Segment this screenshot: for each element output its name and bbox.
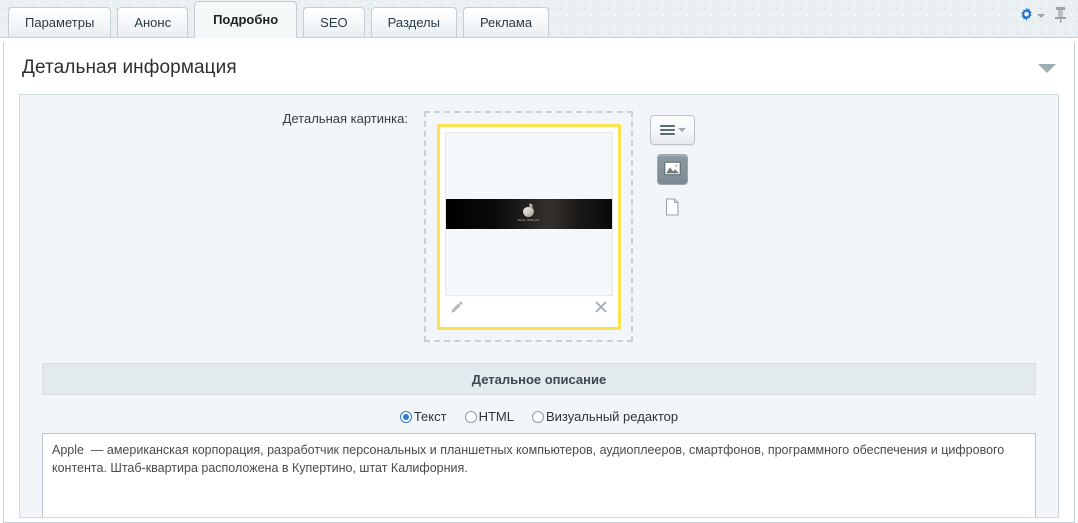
pin-icon (1053, 6, 1068, 26)
panel-collapse-toggle[interactable] (1038, 63, 1056, 73)
detail-image-label: Детальная картинка: (282, 111, 408, 126)
image-tools (650, 111, 695, 223)
page-title: Детальная информация (22, 57, 237, 78)
image-mode-button[interactable] (657, 154, 688, 185)
file-icon (665, 198, 680, 219)
pin-button[interactable] (1053, 6, 1068, 26)
panel-body: Детальная картинка: Think different Дета… (19, 94, 1059, 518)
detail-image-row: Детальная картинка: Think different (20, 95, 1058, 342)
tab-label: Реклама (479, 15, 533, 30)
radio-label: Визуальный редактор (545, 409, 679, 424)
description-textarea[interactable] (42, 433, 1036, 517)
tab-seo[interactable]: SEO (303, 7, 365, 37)
radio-label: Текст (413, 409, 447, 424)
hamburger-menu-icon (659, 125, 675, 135)
radio-option-visual-editor[interactable]: Визуальный редактор (531, 409, 679, 424)
tab-label: Параметры (25, 15, 95, 30)
image-thumbnail[interactable]: Think different (444, 131, 613, 296)
tab-reklama[interactable]: Реклама (462, 7, 550, 37)
tabbar-actions (1019, 6, 1068, 26)
tab-label: Подробно (213, 12, 279, 27)
radio-indicator[interactable] (399, 410, 412, 423)
radio-indicator[interactable] (464, 410, 477, 423)
edit-image-button[interactable] (450, 300, 464, 317)
gear-icon (1019, 7, 1034, 25)
file-mode-button[interactable] (658, 194, 687, 223)
thumbnail-actions (445, 296, 613, 322)
image-preview-frame: Think different (436, 123, 621, 330)
delete-image-button[interactable] (594, 300, 608, 317)
radio-indicator[interactable] (531, 410, 544, 423)
image-menu-button[interactable] (650, 115, 695, 145)
pencil-icon (450, 300, 464, 317)
tab-list: Параметры Анонс Подробно SEO Разделы Рек… (8, 0, 555, 38)
description-section-header: Детальное описание (42, 363, 1036, 395)
radio-label: HTML (478, 409, 514, 424)
tab-anons[interactable]: Анонс (117, 7, 189, 37)
description-editor-wrap (42, 433, 1036, 517)
radio-option-text[interactable]: Текст (399, 409, 447, 424)
apple-icon (523, 202, 534, 217)
tab-label: SEO (320, 15, 348, 30)
radio-option-html[interactable]: HTML (464, 409, 514, 424)
settings-button[interactable] (1019, 7, 1045, 25)
tab-bar: Параметры Анонс Подробно SEO Разделы Рек… (0, 0, 1078, 38)
close-icon (594, 300, 608, 317)
detail-info-panel: Детальная информация Детальная картинка: (3, 42, 1075, 523)
tab-label: Разделы (387, 15, 440, 30)
thumbnail-artwork: Think different (445, 198, 612, 229)
image-dropzone[interactable]: Think different (424, 111, 633, 342)
tab-label: Анонс (134, 15, 172, 30)
tab-parametry[interactable]: Параметры (8, 7, 112, 37)
chevron-down-icon (1037, 14, 1045, 18)
apple-logo-group: Think different (517, 202, 540, 222)
panel-header: Детальная информация (4, 42, 1074, 94)
tab-podrobno[interactable]: Подробно (194, 1, 298, 38)
chevron-down-icon (677, 128, 686, 132)
description-mode-group: Текст HTML Визуальный редактор (20, 409, 1058, 424)
image-icon (664, 161, 681, 179)
tab-razdely[interactable]: Разделы (370, 7, 457, 37)
thumbnail-caption: Think different (517, 217, 540, 222)
